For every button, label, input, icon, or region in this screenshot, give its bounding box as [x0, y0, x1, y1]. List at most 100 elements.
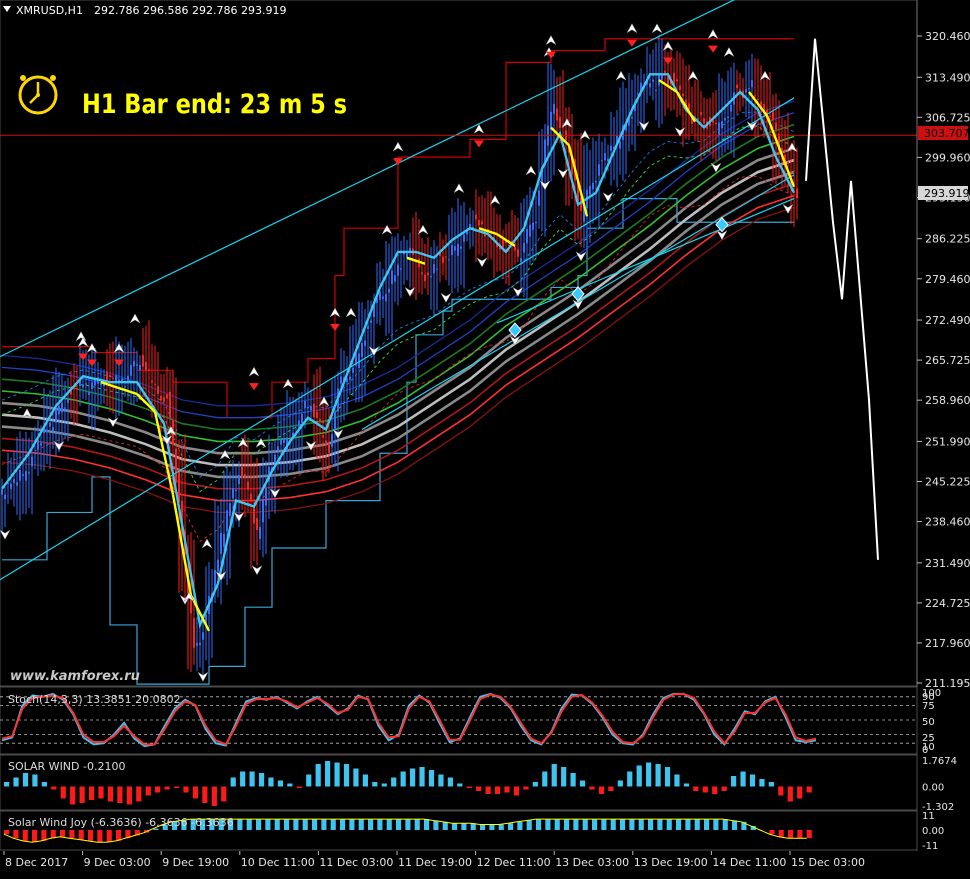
- solar-wind-bar: [192, 786, 199, 799]
- time-tick-label: 13 Dec 03:00: [555, 856, 629, 869]
- solar-wind-bar: [240, 771, 246, 787]
- joy-bar: [769, 830, 775, 835]
- joy-bar: [657, 819, 663, 830]
- solar-wind-bar: [476, 786, 482, 791]
- candle-body: [40, 443, 42, 446]
- solar-wind-bar: [655, 764, 661, 787]
- candle-body: [109, 375, 111, 377]
- candle-body: [649, 83, 651, 88]
- candle-body: [22, 474, 24, 476]
- candle-body: [10, 483, 12, 489]
- time-axis[interactable]: 8 Dec 2017 9 Dec 03:00 9 Dec 19:00 10 Dec 1…: [3, 851, 865, 869]
- candle-body: [250, 493, 252, 502]
- candle-body: [364, 340, 366, 346]
- solar-wind-bar: [268, 777, 274, 787]
- candle-body: [757, 98, 759, 100]
- candle-body: [682, 93, 684, 97]
- candle-body: [202, 632, 204, 640]
- chart-canvas[interactable]: XMRUSD,H1 292.786 296.586 292.786 293.91…: [0, 0, 970, 875]
- joy-bar: [685, 819, 691, 830]
- joy-bar: [4, 830, 10, 835]
- stochastic-label: Stoch(14,3,3) 13.3851 20.0802: [8, 693, 181, 706]
- solar-wind-bar: [806, 786, 812, 793]
- joy-bar: [78, 830, 84, 840]
- candle-body: [76, 388, 78, 390]
- solar-wind-bar: [164, 786, 170, 790]
- price-tick-label: 224.725: [925, 597, 970, 610]
- solar-wind-bar: [731, 775, 737, 787]
- candle-body: [727, 116, 729, 119]
- symbol-header: XMRUSD,H1 292.786 296.586 292.786 293.91…: [3, 4, 286, 17]
- solar-wind-bar: [353, 768, 359, 787]
- candle-body: [61, 402, 63, 413]
- candle-body: [463, 234, 465, 242]
- solar-wind-bar: [306, 774, 312, 787]
- candle-body: [25, 471, 27, 481]
- solar-wind-bar: [551, 764, 557, 787]
- joy-bar: [60, 830, 66, 837]
- solar-wind-bar: [721, 786, 727, 791]
- candle-body: [445, 256, 447, 258]
- solar-wind-bar: [646, 762, 652, 787]
- joy-bar: [312, 819, 318, 830]
- candle-body: [388, 288, 390, 293]
- candle-body: [385, 293, 387, 302]
- candle-body: [316, 411, 318, 418]
- candle-body: [526, 228, 528, 244]
- price-tick-label: 279.460: [925, 273, 970, 286]
- chart-window[interactable]: XMRUSD,H1 292.786 296.586 292.786 293.91…: [0, 0, 970, 875]
- candle-body: [592, 182, 594, 190]
- solar-wind-bar: [749, 774, 756, 787]
- price-tick-label: 231.490: [925, 557, 970, 570]
- candle-body: [382, 296, 384, 299]
- joy-bar: [480, 824, 486, 830]
- candle-body: [301, 414, 303, 424]
- price-tick-label: 299.960: [925, 151, 970, 164]
- joy-bar: [302, 819, 308, 830]
- candle-body: [55, 408, 57, 423]
- candle-body: [145, 362, 147, 371]
- solar-wind-bar: [627, 771, 633, 787]
- price-tick-label: 245.225: [925, 475, 970, 488]
- candle-body: [328, 443, 330, 453]
- time-tick-label: 9 Dec 19:00: [162, 856, 229, 869]
- solar-wind-bar: [504, 786, 510, 793]
- joy-bar: [564, 819, 570, 830]
- candle-body: [334, 412, 336, 430]
- alarm-clock-icon: [18, 75, 58, 115]
- solar-wind-pane[interactable]: [0, 754, 918, 811]
- joy-bar: [414, 819, 420, 830]
- solar-wind-bar: [98, 786, 104, 799]
- joy-bar: [722, 819, 728, 830]
- candle-body: [91, 382, 93, 389]
- candle-body: [265, 488, 267, 506]
- solar-wind-bar: [155, 786, 161, 793]
- candle-body: [703, 118, 705, 124]
- solar-wind-bar: [664, 767, 671, 787]
- candle-body: [718, 122, 720, 136]
- candle-body: [277, 446, 279, 451]
- candle-body: [262, 500, 264, 523]
- price-tick-label: 265.725: [925, 354, 970, 367]
- solar-wind-bar: [32, 774, 38, 787]
- candle-body: [34, 452, 36, 454]
- joy-bar: [442, 821, 448, 830]
- candle-body: [157, 386, 159, 395]
- solar-wind-bar: [608, 786, 614, 791]
- candle-body: [424, 274, 426, 282]
- candle-body: [427, 272, 429, 276]
- candle-body: [349, 376, 351, 380]
- solar-wind-bar: [88, 786, 95, 800]
- joy-bar: [648, 819, 654, 830]
- solar-wind-bar: [202, 786, 208, 803]
- solar-wind-bar: [542, 771, 548, 787]
- candle-body: [403, 252, 405, 255]
- solar-wind-tick-label: 0.00: [922, 782, 944, 793]
- watermark: www.kamforex.ru: [10, 669, 140, 684]
- candle-body: [304, 401, 306, 408]
- candle-body: [256, 518, 258, 530]
- candle-body: [391, 270, 393, 285]
- candle-body: [130, 364, 132, 376]
- solar-wind-bar: [400, 771, 406, 787]
- solar-wind-bar: [51, 786, 57, 790]
